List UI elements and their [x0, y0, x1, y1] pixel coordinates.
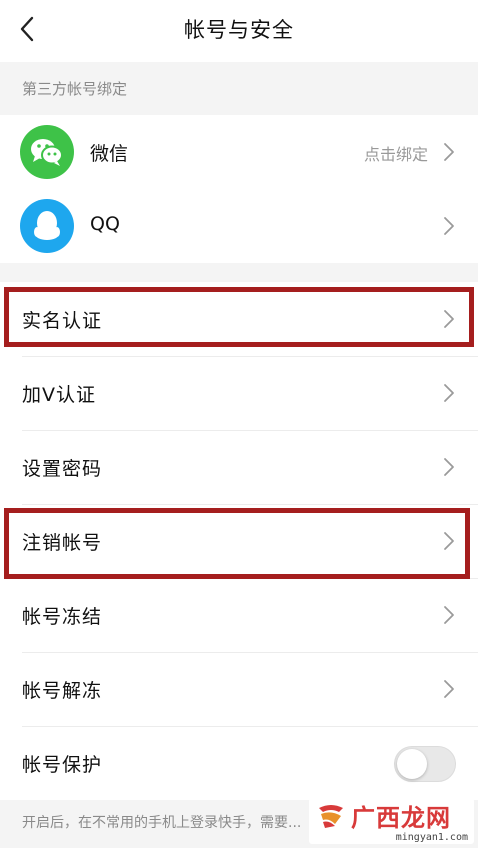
chevron-right-icon [444, 310, 454, 328]
page-title: 帐号与安全 [184, 18, 294, 42]
toggle-knob [397, 749, 427, 779]
watermark-logo-icon [319, 805, 343, 828]
real-name-verification-item[interactable]: 实名认证 [0, 282, 478, 357]
account-protection-toggle[interactable] [394, 746, 456, 782]
cancel-account-label: 注销帐号 [22, 532, 103, 554]
cancel-account-item[interactable]: 注销帐号 [0, 504, 478, 579]
account-protection-item: 帐号保护 [0, 726, 478, 801]
watermark: 广西龙网 mingyan1.com [309, 798, 474, 844]
wechat-bind-status: 点击绑定 [363, 145, 428, 164]
chevron-right-icon [444, 680, 454, 698]
v-verification-item[interactable]: 加V认证 [0, 356, 478, 431]
chevron-right-icon [444, 143, 454, 161]
protection-description: 开启后，在不常用的手机上登录快手，需要... [22, 815, 302, 831]
wechat-icon [20, 125, 74, 179]
settings-card: 实名认证 加V认证 设置密码 注销帐号 帐号冻结 帐号解冻 帐号保护 [0, 282, 478, 800]
third-party-section-label: 第三方帐号绑定 [22, 80, 128, 98]
wechat-label: 微信 [90, 143, 129, 165]
account-protection-label: 帐号保护 [22, 754, 103, 776]
top-bar: 帐号与安全 [0, 0, 478, 62]
watermark-text: 广西龙网 [351, 804, 451, 832]
qq-icon [20, 199, 74, 253]
unfreeze-account-item[interactable]: 帐号解冻 [0, 652, 478, 727]
chevron-right-icon [444, 458, 454, 476]
chevron-right-icon [444, 217, 454, 235]
freeze-account-item[interactable]: 帐号冻结 [0, 578, 478, 653]
wechat-bind-row[interactable]: 微信 点击绑定 [0, 115, 478, 189]
third-party-card: 微信 点击绑定 QQ [0, 115, 478, 263]
watermark-url: mingyan1.com [395, 832, 468, 843]
qq-label: QQ [90, 213, 120, 235]
set-password-item[interactable]: 设置密码 [0, 430, 478, 505]
chevron-right-icon [444, 384, 454, 402]
real-name-verification-label: 实名认证 [22, 310, 103, 332]
freeze-account-label: 帐号冻结 [22, 606, 103, 628]
v-verification-label: 加V认证 [22, 384, 96, 406]
chevron-right-icon [444, 606, 454, 624]
chevron-right-icon [444, 532, 454, 550]
qq-bind-row[interactable]: QQ [0, 189, 478, 263]
unfreeze-account-label: 帐号解冻 [22, 680, 103, 702]
set-password-label: 设置密码 [22, 458, 103, 480]
